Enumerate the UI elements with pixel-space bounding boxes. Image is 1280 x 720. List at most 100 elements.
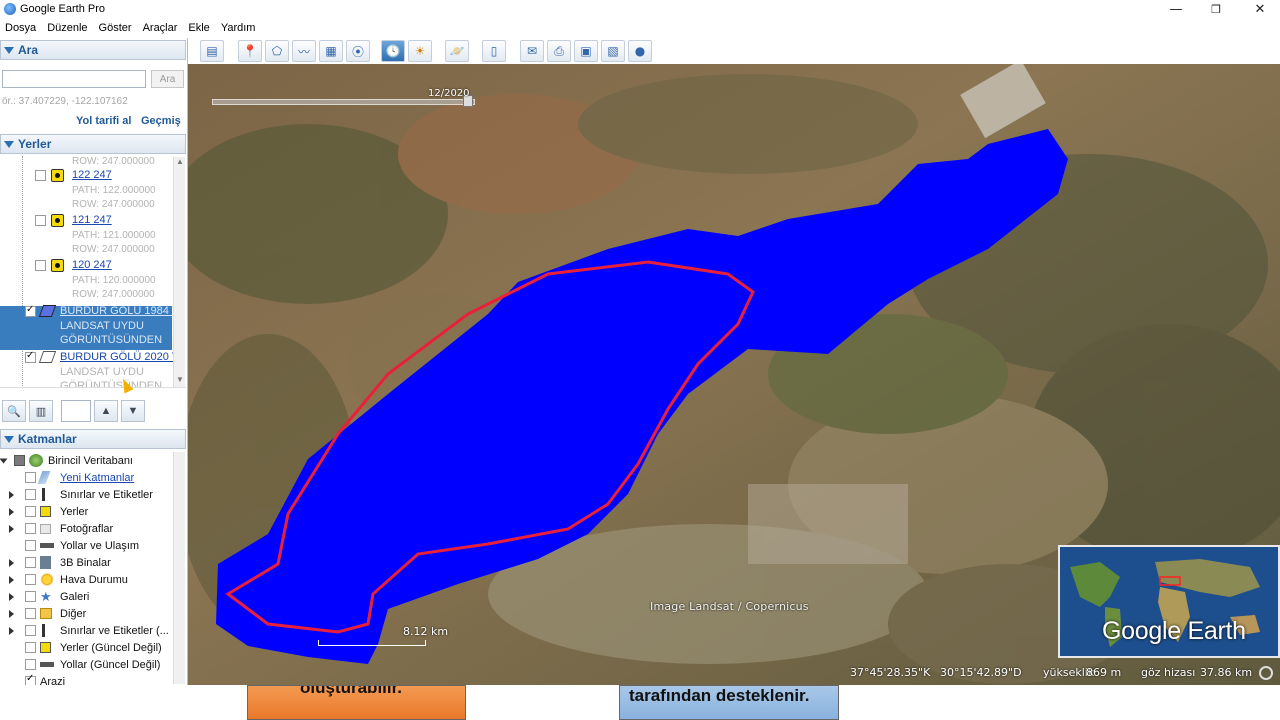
sunlight-icon[interactable]: ☀ xyxy=(408,40,432,62)
expand-arrow-icon[interactable] xyxy=(9,558,14,567)
email-icon[interactable]: ✉ xyxy=(520,40,544,62)
ruler-icon[interactable]: ▯ xyxy=(482,40,506,62)
layer-row[interactable]: Diğer xyxy=(0,605,172,622)
menu-add[interactable]: Ekle xyxy=(188,22,209,34)
print-icon[interactable]: ⎙ xyxy=(547,40,571,62)
expand-arrow-icon[interactable] xyxy=(0,458,8,463)
layer-checkbox[interactable] xyxy=(25,523,36,534)
menu-tools[interactable]: Araçlar xyxy=(143,22,178,34)
view-in-maps-icon[interactable]: ▧ xyxy=(601,40,625,62)
places-scrollbar[interactable]: ▲ ▼ xyxy=(173,157,185,387)
layer-row[interactable]: ★ Galeri xyxy=(0,588,172,605)
layer-row[interactable]: Yerler (Güncel Değil) xyxy=(0,639,172,656)
layer-row[interactable]: Hava Durumu xyxy=(0,571,172,588)
time-slider-track[interactable] xyxy=(212,99,475,105)
layer-label[interactable]: Yeni Katmanlar xyxy=(60,472,134,484)
layer-row[interactable]: Birincil Veritabanı xyxy=(0,452,172,469)
sun-icon xyxy=(40,573,54,586)
place-checkbox[interactable] xyxy=(35,260,46,271)
history-link[interactable]: Geçmiş xyxy=(141,115,181,127)
switch-planet-icon[interactable]: 🪐 xyxy=(445,40,469,62)
layers-section-header[interactable]: Katmanlar xyxy=(0,429,186,449)
search-section-header[interactable]: Ara xyxy=(0,40,186,60)
places-section-header[interactable]: Yerler xyxy=(0,134,186,154)
layer-label: Sınırlar ve Etiketler xyxy=(60,488,153,501)
layer-row[interactable]: 3B Binalar xyxy=(0,554,172,571)
layer-row[interactable]: ✓ Arazi xyxy=(0,673,172,685)
search-button[interactable]: Ara xyxy=(151,70,184,88)
polygon-link-2020[interactable]: BURDUR GÖLÜ 2020 YI xyxy=(60,351,182,363)
earth-gallery-icon[interactable]: ● xyxy=(628,40,652,62)
time-slider-date: 12/2020 xyxy=(428,88,470,99)
layer-checkbox[interactable] xyxy=(25,489,36,500)
places-filter-field[interactable] xyxy=(61,400,91,422)
layer-row[interactable]: Fotoğraflar xyxy=(0,520,172,537)
place-link-121-247[interactable]: 121 247 xyxy=(72,214,112,226)
layer-checkbox[interactable] xyxy=(25,659,36,670)
layer-checkbox[interactable] xyxy=(25,540,36,551)
polygon-link-1984[interactable]: BURDUR GÖLÜ 1984 YI xyxy=(60,305,182,317)
pen-icon xyxy=(37,471,51,484)
status-elevation: 869 m xyxy=(1086,666,1122,679)
layer-row[interactable]: Yerler xyxy=(0,503,172,520)
add-placemark-icon[interactable]: 📍 xyxy=(238,40,262,62)
window-title: Google Earth Pro xyxy=(20,3,105,15)
expand-arrow-icon[interactable] xyxy=(9,490,14,499)
layer-checkbox[interactable] xyxy=(14,455,25,466)
polygon-checkbox-2020[interactable] xyxy=(25,350,36,363)
layer-label: Yollar ve Ulaşım xyxy=(60,539,140,552)
expand-arrow-icon[interactable] xyxy=(9,575,14,584)
move-down-icon[interactable]: ▼ xyxy=(121,400,145,422)
close-button[interactable]: ✕ xyxy=(1240,0,1280,18)
layer-checkbox[interactable] xyxy=(25,625,36,636)
layer-checkbox[interactable] xyxy=(25,642,36,653)
add-polygon-icon[interactable]: ⬠ xyxy=(265,40,289,62)
place-link-120-247[interactable]: 120 247 xyxy=(72,259,112,271)
record-tour-icon[interactable]: ⦿ xyxy=(346,40,370,62)
menu-edit[interactable]: Düzenle xyxy=(47,22,87,34)
caption-box-left: oluşturabilir. xyxy=(247,685,466,720)
layers-scrollbar[interactable] xyxy=(173,452,185,684)
place-checkbox[interactable] xyxy=(35,170,46,181)
maximize-button[interactable]: ❐ xyxy=(1196,0,1236,18)
overview-globe[interactable]: Google Earth xyxy=(1058,545,1280,658)
scroll-up-arrow-icon[interactable]: ▲ xyxy=(176,157,184,166)
move-up-icon[interactable]: ▲ xyxy=(94,400,118,422)
menu-help[interactable]: Yardım xyxy=(221,22,256,34)
polygon-checkbox-1984[interactable] xyxy=(25,304,36,317)
layer-checkbox[interactable] xyxy=(25,574,36,585)
expand-arrow-icon[interactable] xyxy=(9,524,14,533)
layer-checkbox[interactable] xyxy=(25,591,36,602)
layer-row[interactable]: Yollar (Güncel Değil) xyxy=(0,656,172,673)
directions-link[interactable]: Yol tarifi al xyxy=(76,115,131,127)
scroll-down-arrow-icon[interactable]: ▼ xyxy=(176,375,184,384)
place-checkbox[interactable] xyxy=(35,215,46,226)
search-input[interactable] xyxy=(2,70,146,88)
menu-file[interactable]: Dosya xyxy=(5,22,36,34)
layer-checkbox[interactable] xyxy=(25,472,36,483)
expand-arrow-icon[interactable] xyxy=(9,609,14,618)
layer-checkbox[interactable] xyxy=(25,557,36,568)
expand-arrow-icon[interactable] xyxy=(9,592,14,601)
place-row-value: ROW: 247.000000 xyxy=(72,156,155,167)
place-link-122-247[interactable]: 122 247 xyxy=(72,169,112,181)
panel-toggle-icon[interactable]: ▥ xyxy=(29,400,53,422)
menu-view[interactable]: Göster xyxy=(99,22,132,34)
layer-row[interactable]: Yeni Katmanlar xyxy=(0,469,172,486)
layer-row[interactable]: Sınırlar ve Etiketler (... xyxy=(0,622,172,639)
layer-checkbox[interactable] xyxy=(25,506,36,517)
layer-row[interactable]: Sınırlar ve Etiketler xyxy=(0,486,172,503)
add-path-icon[interactable]: 〰 xyxy=(292,40,316,62)
sidebar-toggle-icon[interactable]: ▤ xyxy=(200,40,224,62)
scale-label: 8.12 km xyxy=(403,625,449,638)
search-places-icon[interactable]: 🔍 xyxy=(2,400,26,422)
imagery-attribution: Image Landsat / Copernicus xyxy=(650,600,809,613)
layer-checkbox[interactable] xyxy=(25,608,36,619)
save-image-icon[interactable]: ▣ xyxy=(574,40,598,62)
historical-imagery-icon[interactable]: 🕓 xyxy=(381,40,405,62)
layer-row[interactable]: Yollar ve Ulaşım xyxy=(0,537,172,554)
minimize-button[interactable]: — xyxy=(1156,0,1196,18)
expand-arrow-icon[interactable] xyxy=(9,507,14,516)
expand-arrow-icon[interactable] xyxy=(9,626,14,635)
add-overlay-icon[interactable]: ▦ xyxy=(319,40,343,62)
